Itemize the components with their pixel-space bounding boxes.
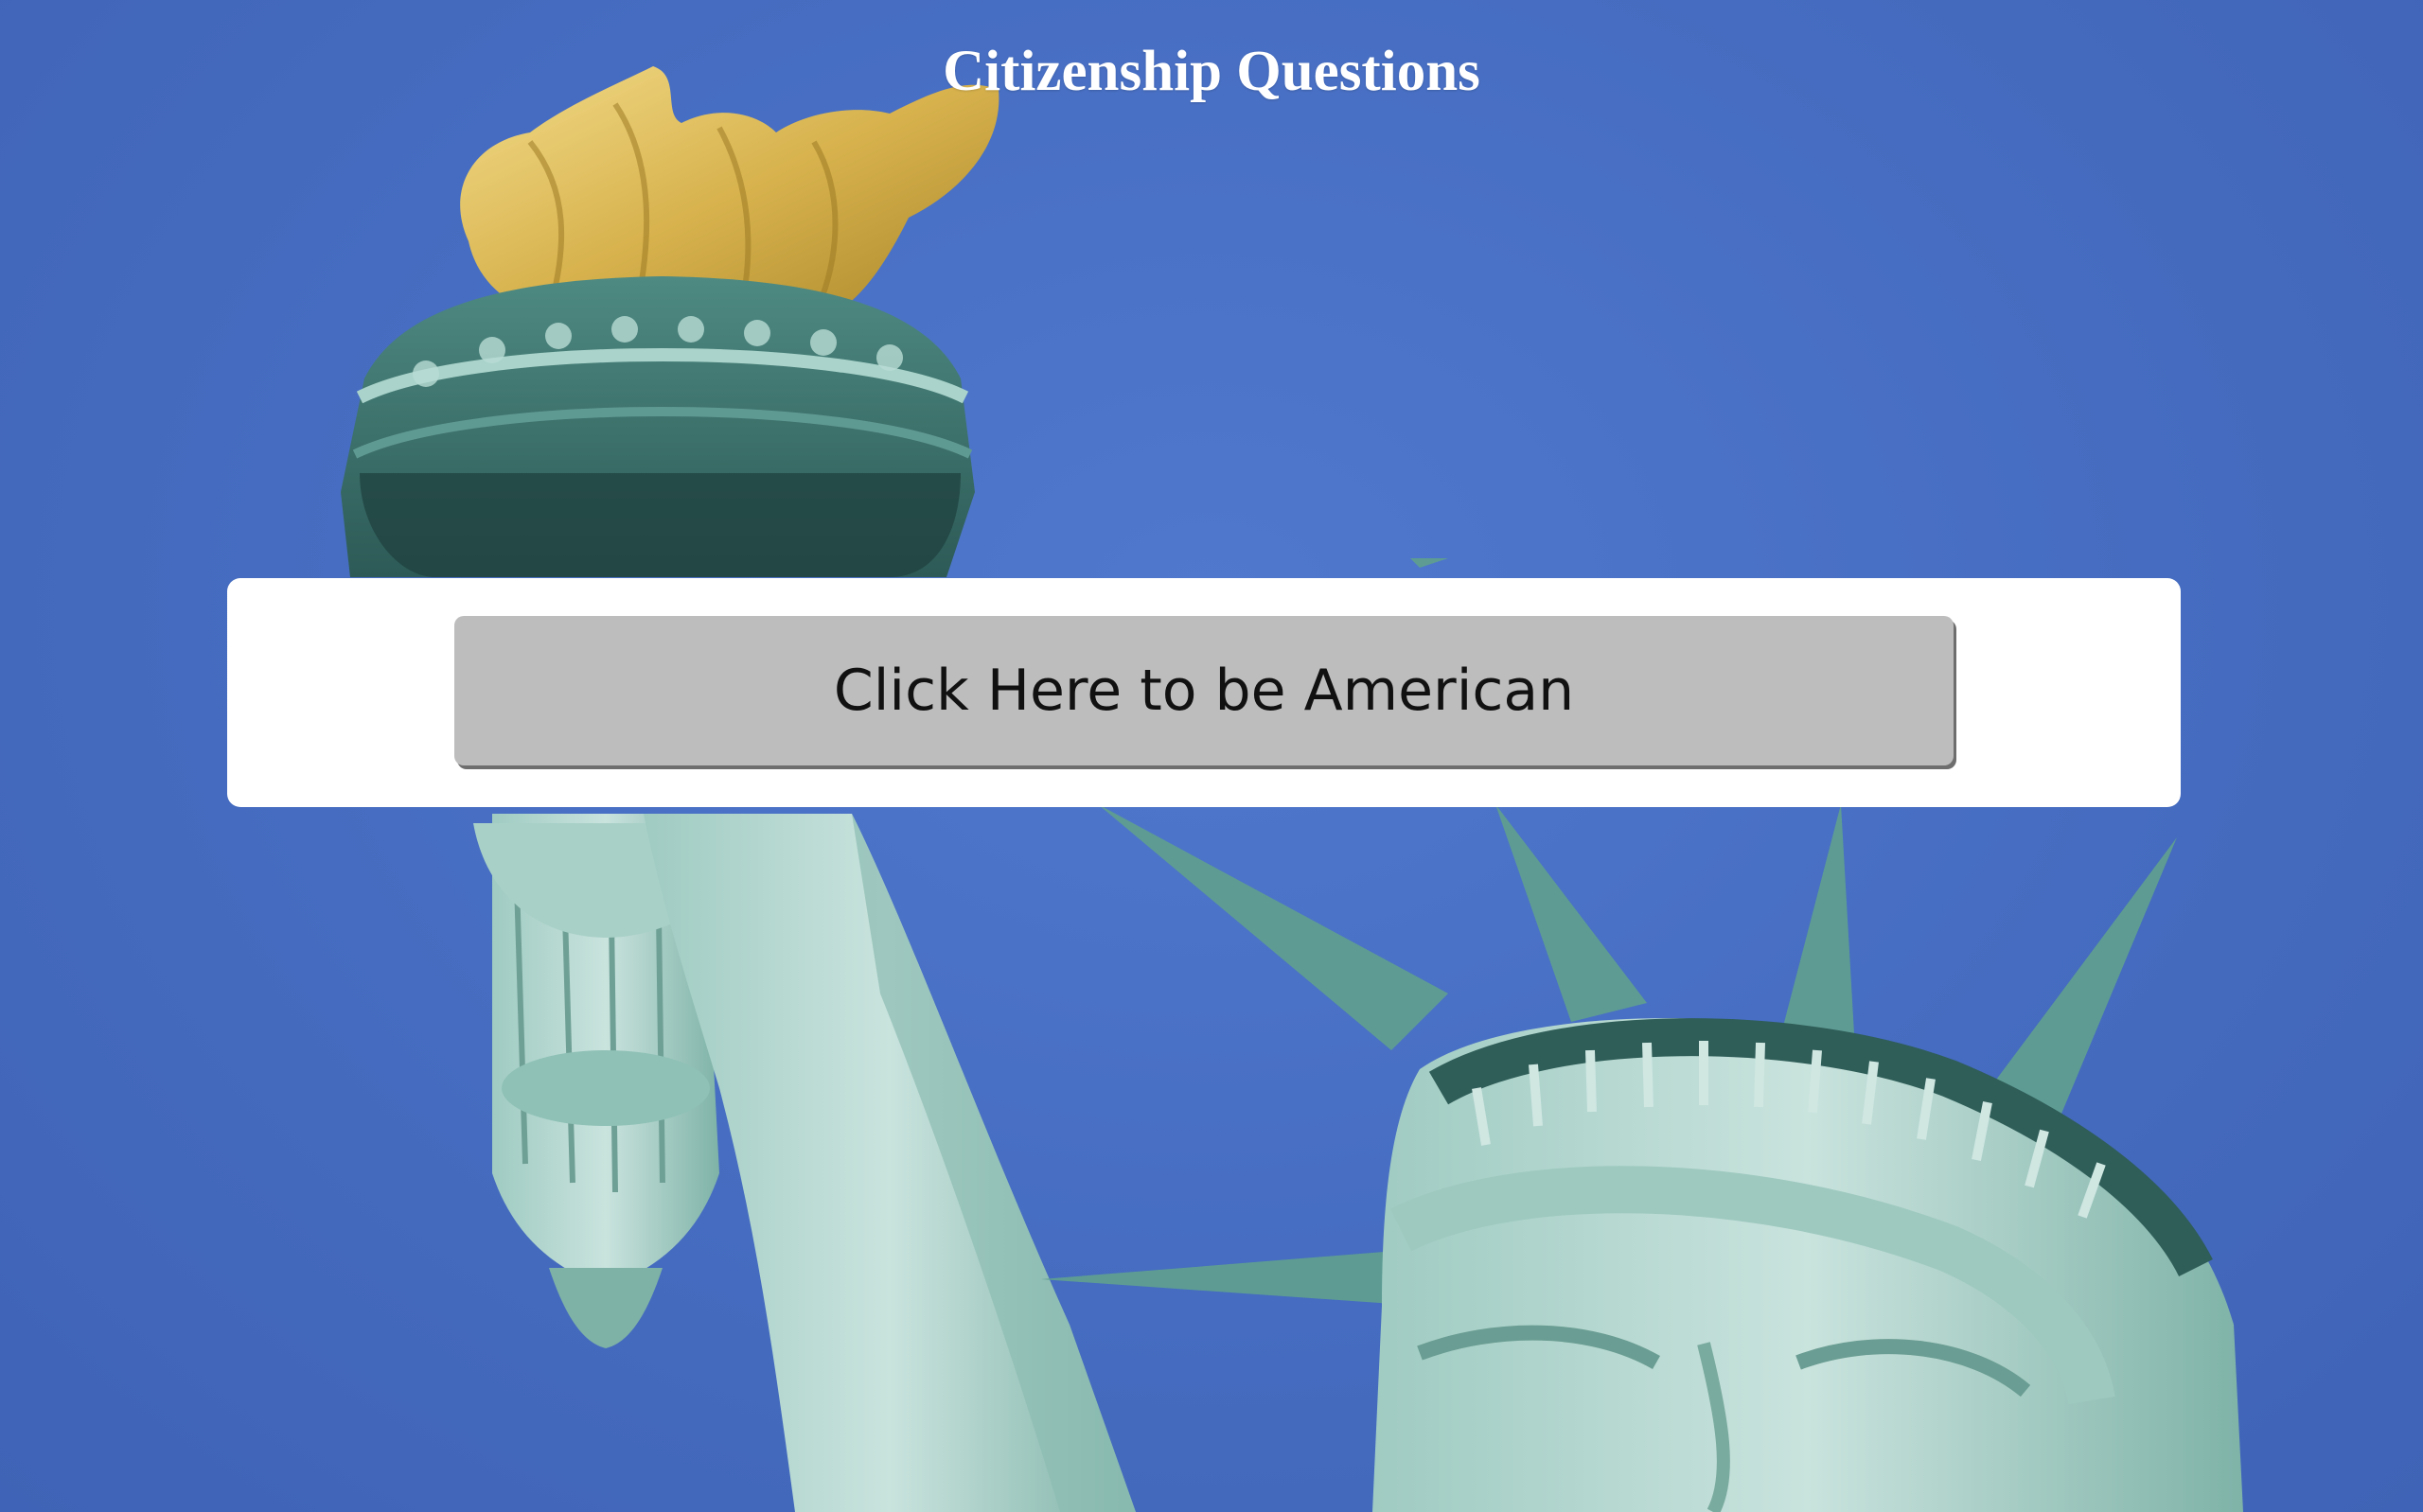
action-card: Click Here to be American [227, 578, 2181, 807]
become-american-button[interactable]: Click Here to be American [454, 616, 1954, 765]
page-title: Citizenship Questions [943, 40, 1480, 103]
